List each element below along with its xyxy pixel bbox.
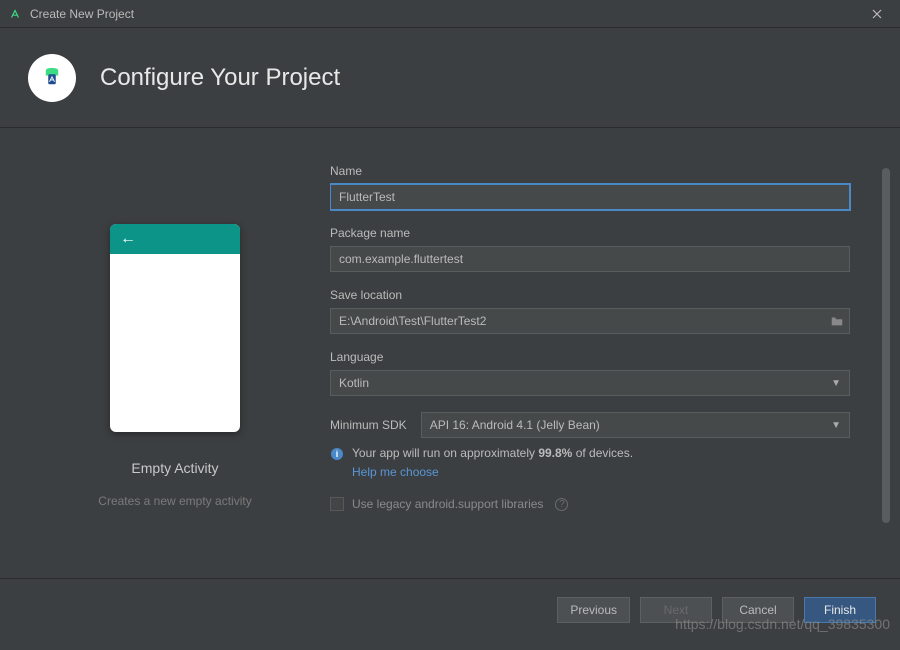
legacy-libraries-row: Use legacy android.support libraries ? <box>330 497 850 511</box>
page-title: Configure Your Project <box>100 64 340 92</box>
sdk-field: Minimum SDK API 16: Android 4.1 (Jelly B… <box>330 412 850 438</box>
legacy-checkbox[interactable] <box>330 497 344 511</box>
location-field: Save location <box>330 288 850 334</box>
close-button[interactable] <box>862 0 892 28</box>
language-value: Kotlin <box>339 376 369 390</box>
wizard-header: Configure Your Project <box>0 28 900 128</box>
package-field: Package name <box>330 226 850 272</box>
chevron-down-icon: ▼ <box>831 420 841 431</box>
sdk-label: Minimum SDK <box>330 418 407 432</box>
form-panel: Name Package name Save location <box>330 164 880 568</box>
template-preview-panel: ← Empty Activity Creates a new empty act… <box>20 164 330 568</box>
help-icon[interactable]: ? <box>555 498 568 511</box>
chevron-down-icon: ▼ <box>831 378 841 389</box>
help-choose-link[interactable]: Help me choose <box>352 465 439 479</box>
back-arrow-icon: ← <box>120 230 136 248</box>
language-select[interactable]: Kotlin ▼ <box>330 370 850 396</box>
name-label: Name <box>330 164 850 178</box>
location-input[interactable] <box>330 308 850 334</box>
finish-button[interactable]: Finish <box>804 597 876 623</box>
cancel-button[interactable]: Cancel <box>722 597 794 623</box>
coverage-text: Your app will run on approximately 99.8%… <box>352 446 633 460</box>
android-studio-icon <box>8 7 22 21</box>
name-input[interactable] <box>330 184 850 210</box>
package-input[interactable] <box>330 246 850 272</box>
next-button: Next <box>640 597 712 623</box>
info-icon: i <box>330 447 344 461</box>
previous-button[interactable]: Previous <box>557 597 630 623</box>
language-label: Language <box>330 350 850 364</box>
phone-appbar: ← <box>110 224 240 254</box>
device-coverage-info: i Your app will run on approximately 99.… <box>330 446 850 461</box>
wizard-footer: Previous Next Cancel Finish <box>0 578 900 640</box>
scrollbar-thumb[interactable] <box>882 168 890 523</box>
template-description: Creates a new empty activity <box>98 494 251 508</box>
location-label: Save location <box>330 288 850 302</box>
window-title: Create New Project <box>30 7 134 21</box>
template-name: Empty Activity <box>131 460 218 476</box>
package-label: Package name <box>330 226 850 240</box>
scrollbar-track[interactable] <box>882 168 890 558</box>
name-field: Name <box>330 164 850 210</box>
svg-text:i: i <box>336 449 339 459</box>
language-field: Language Kotlin ▼ <box>330 350 850 396</box>
legacy-label: Use legacy android.support libraries <box>352 497 543 511</box>
sdk-value: API 16: Android 4.1 (Jelly Bean) <box>430 418 600 432</box>
titlebar: Create New Project <box>0 0 900 28</box>
sdk-select[interactable]: API 16: Android 4.1 (Jelly Bean) ▼ <box>421 412 850 438</box>
content-area: ← Empty Activity Creates a new empty act… <box>0 128 900 578</box>
browse-folder-icon[interactable] <box>830 314 844 328</box>
phone-preview: ← <box>110 224 240 432</box>
android-studio-logo <box>28 54 76 102</box>
